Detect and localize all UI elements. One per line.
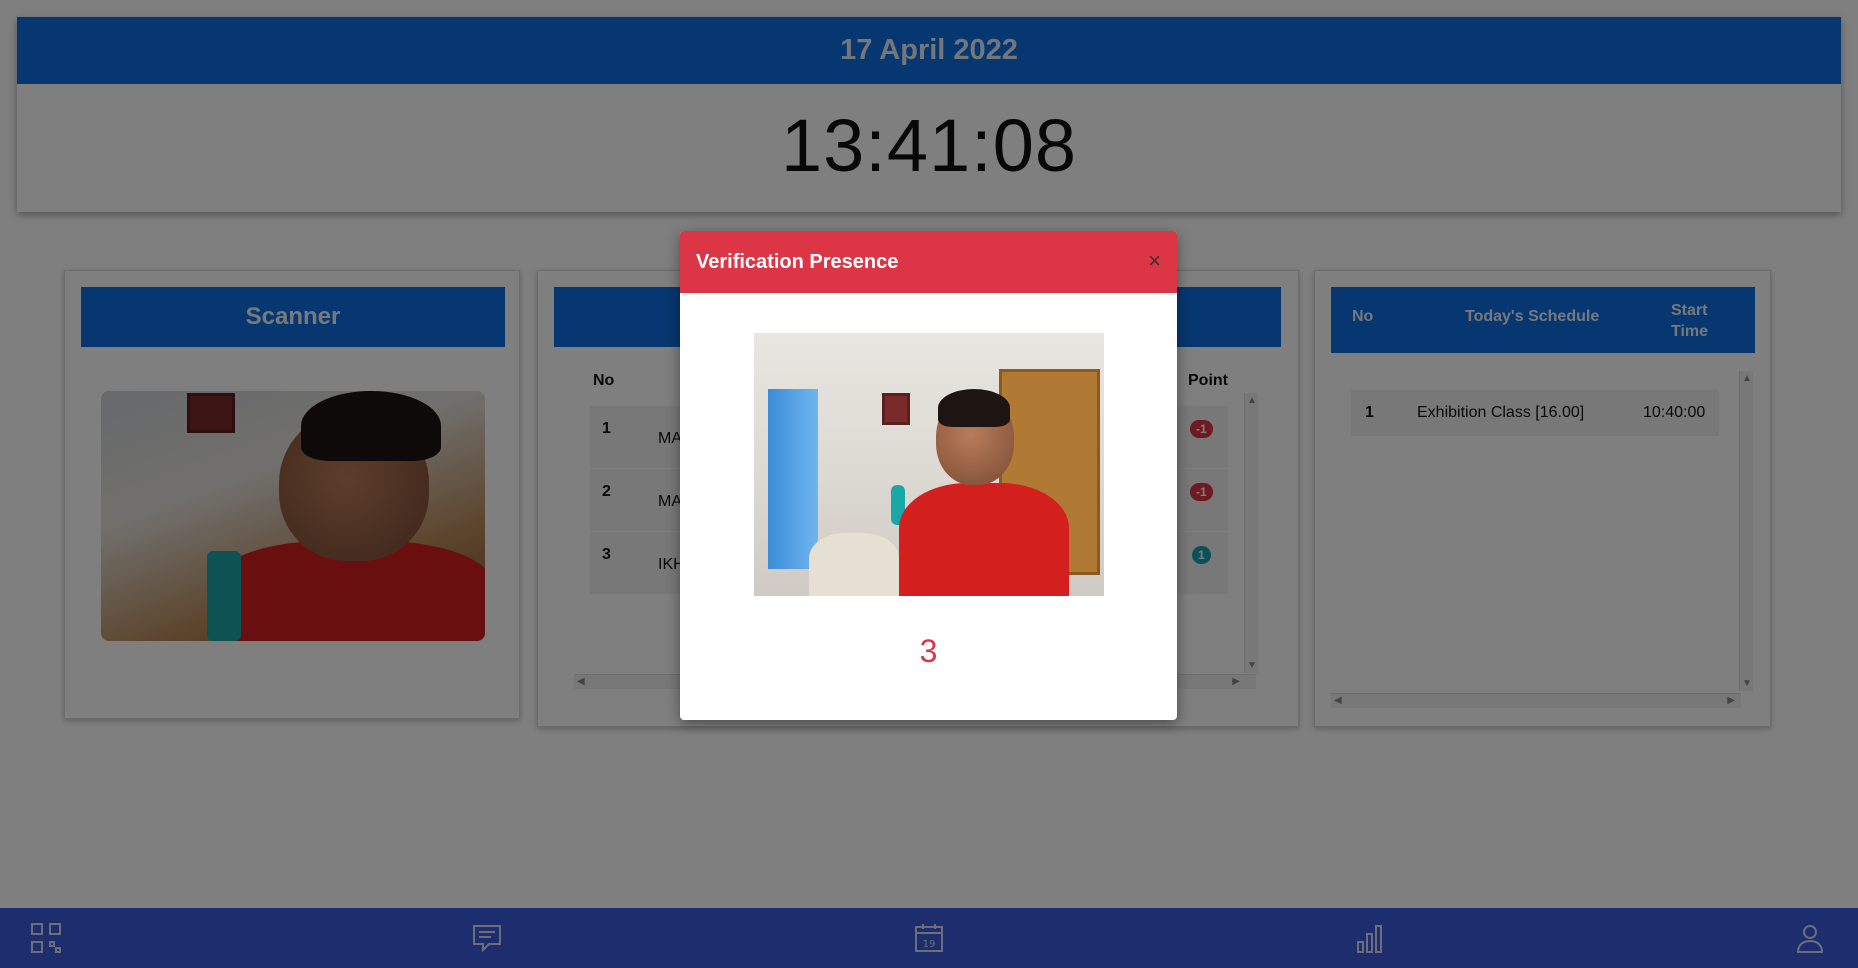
verification-number: 3 [919, 633, 938, 669]
close-icon[interactable]: × [1148, 249, 1161, 273]
modal-header: Verification Presence × [680, 231, 1177, 293]
verification-photo [754, 333, 1104, 596]
verification-modal: Verification Presence × 3 [680, 231, 1177, 720]
modal-title: Verification Presence [696, 251, 899, 273]
